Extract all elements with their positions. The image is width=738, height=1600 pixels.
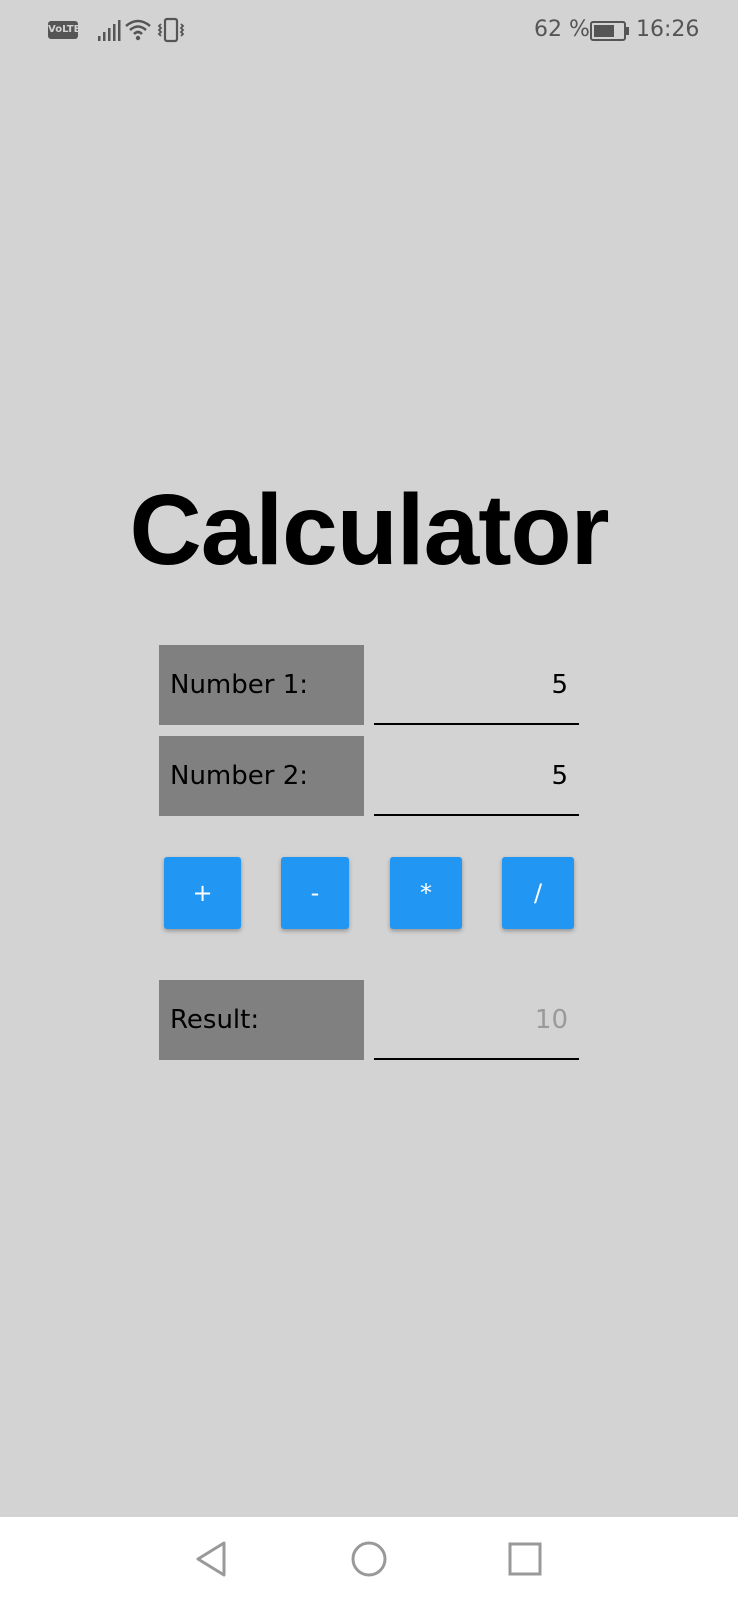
page-title: Calculator [129, 474, 609, 586]
clock: 16:26 [636, 17, 700, 42]
recents-icon[interactable] [503, 1537, 547, 1581]
signal-icon [98, 20, 121, 41]
vibrate-icon [157, 17, 185, 43]
wifi-icon [125, 19, 151, 41]
number1-label: Number 1: [159, 645, 364, 725]
home-icon[interactable] [347, 1537, 391, 1581]
result-field: 10 [374, 980, 579, 1060]
subtract-button[interactable]: - [281, 857, 349, 929]
result-label: Result: [159, 980, 364, 1060]
navigation-bar [0, 1517, 738, 1600]
battery-percent: 62 % [534, 17, 590, 42]
multiply-button[interactable]: * [390, 857, 462, 929]
status-bar: VoLTE 62 % 16:26 [0, 0, 738, 62]
number2-label: Number 2: [159, 736, 364, 816]
number2-input[interactable]: 5 [374, 736, 579, 816]
volte-icon: VoLTE [48, 21, 80, 39]
number1-input[interactable]: 5 [374, 645, 579, 725]
add-button[interactable]: + [164, 857, 241, 929]
back-icon[interactable] [190, 1537, 234, 1581]
divide-button[interactable]: / [502, 857, 574, 929]
calculator-screen: { "status_bar": { "volte_label": "VoLTE"… [0, 0, 738, 1600]
battery-icon [590, 21, 629, 41]
